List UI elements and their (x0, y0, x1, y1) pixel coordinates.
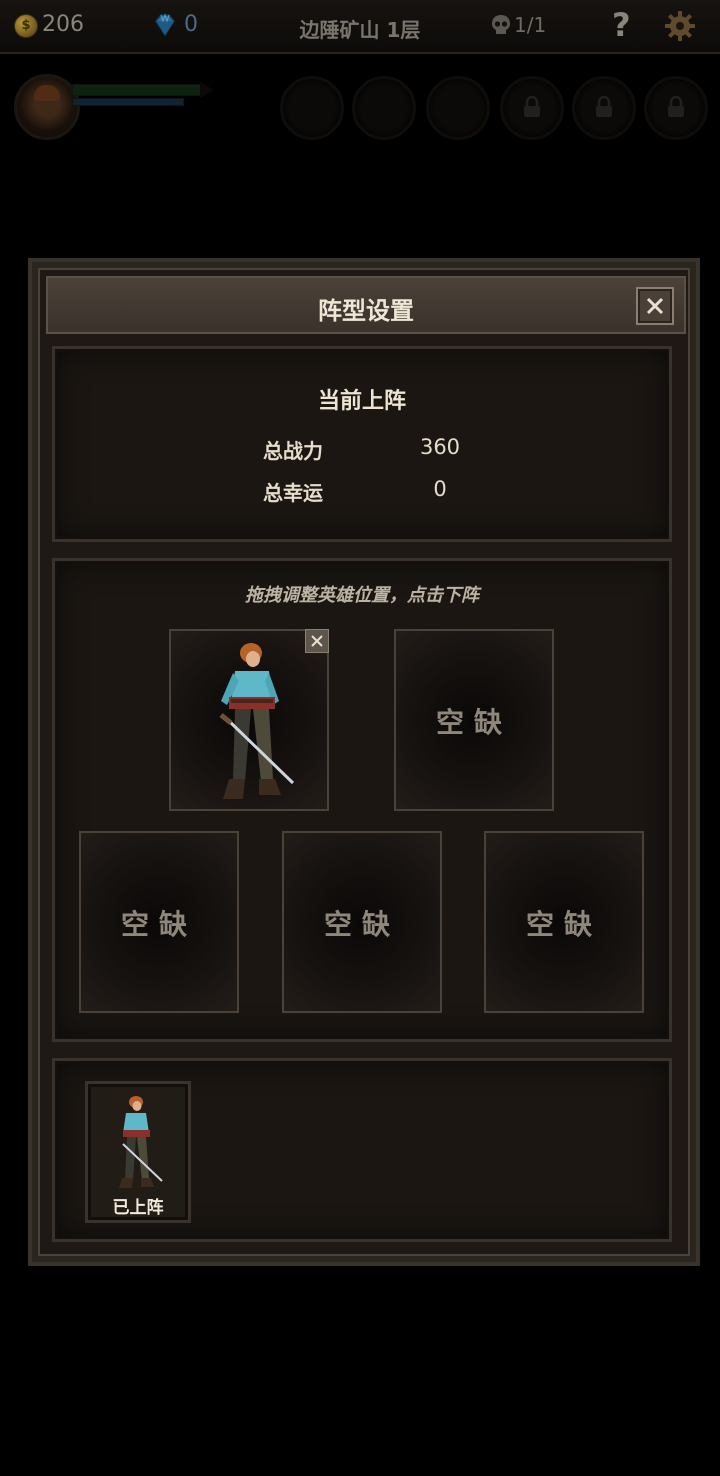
hero-thumbnail (119, 1096, 163, 1188)
current-lineup-title: 当前上阵 (317, 389, 406, 414)
formation-slot-empty[interactable]: 空缺 (484, 831, 644, 1013)
total-luck-value: 0 (433, 477, 447, 501)
empty-slot-label: 空缺 (525, 908, 602, 941)
total-luck-label: 总幸运 (263, 481, 323, 505)
top-hud: $ 206 0 边陲矿山 1层 1/1 ? (0, 0, 720, 54)
hero-card[interactable]: 已上阵 (85, 1081, 191, 1223)
empty-slot-label: 空缺 (120, 908, 197, 941)
formation-slot-occupied[interactable] (169, 629, 329, 811)
hero-sprite (219, 643, 295, 799)
hero-roster-panel: 已上阵 (52, 1058, 672, 1242)
help-icon[interactable]: ? (612, 6, 631, 44)
total-power-label: 总战力 (263, 439, 323, 463)
formation-slot-empty[interactable]: 空缺 (79, 831, 239, 1013)
stats-panel: 当前上阵 总战力 360 总幸运 0 (52, 346, 672, 542)
skull-count: 1/1 (514, 13, 547, 37)
formation-panel: 拖拽调整英雄位置，点击下阵 空缺 空缺 空缺 空缺 (52, 558, 672, 1042)
remove-hero-button[interactable] (305, 629, 329, 653)
dialog-header: 阵型设置 (46, 276, 686, 334)
formation-slot-empty[interactable]: 空缺 (394, 629, 554, 811)
dialog-title: 阵型设置 (318, 297, 414, 325)
gear-icon[interactable] (664, 10, 696, 42)
formation-slot-empty[interactable]: 空缺 (282, 831, 442, 1013)
close-button[interactable] (636, 287, 674, 325)
close-icon (646, 297, 664, 315)
total-power-value: 360 (419, 435, 461, 459)
skull-icon (492, 15, 510, 34)
formation-dialog: 阵型设置 当前上阵 总战力 360 总幸运 0 拖拽调整英雄位置，点击下阵 空缺… (28, 258, 700, 1266)
empty-slot-label: 空缺 (323, 908, 400, 941)
formation-hint: 拖拽调整英雄位置，点击下阵 (245, 585, 479, 606)
empty-slot-label: 空缺 (435, 706, 512, 739)
deployed-status: 已上阵 (112, 1198, 164, 1218)
close-icon (311, 635, 323, 647)
